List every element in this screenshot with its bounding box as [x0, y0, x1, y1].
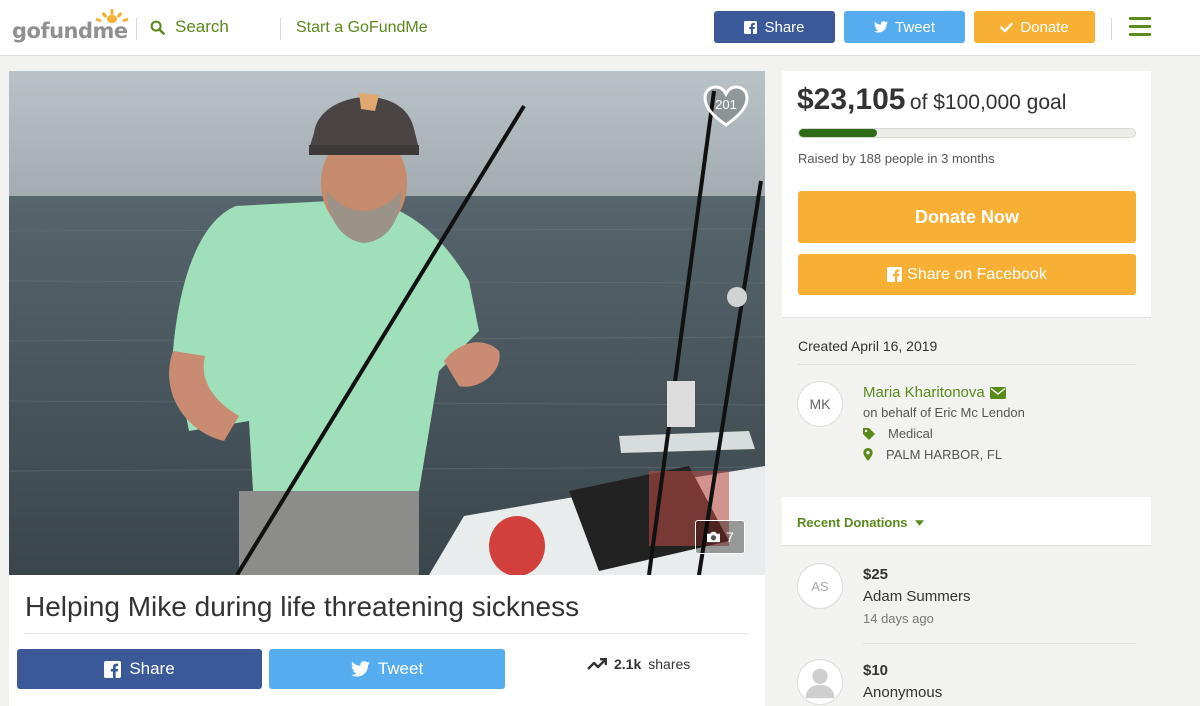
header-share-button[interactable]: Share — [714, 11, 835, 43]
donation-amount: $10 — [863, 662, 889, 679]
campaign-card: 201 7 Helping Mike during life threateni… — [9, 71, 765, 706]
facebook-icon — [744, 20, 758, 34]
trending-up-icon — [587, 658, 607, 670]
donation-time: 14 days ago — [863, 611, 934, 626]
progress-fill — [799, 129, 877, 137]
search-label: Search — [175, 17, 229, 36]
anonymous-avatar — [797, 659, 843, 705]
goal-card: $23,105 of $100,000 goal Raised by 188 p… — [782, 71, 1151, 318]
logo-sun-icon — [95, 9, 129, 23]
caret-down-icon — [914, 519, 924, 526]
person-silhouette-icon — [805, 668, 835, 699]
campaign-location: PALM HARBOR, FL — [863, 447, 1002, 462]
campaign-tweet-label: Tweet — [377, 659, 424, 678]
twitter-icon — [873, 21, 888, 33]
header-donate-label: Donate — [1020, 18, 1069, 36]
goal-amount: of $100,000 goal — [909, 91, 1067, 114]
tag-icon — [863, 427, 875, 440]
recent-donations-label: Recent Donations — [797, 515, 908, 530]
facebook-icon — [887, 267, 903, 282]
donor-avatar: AS — [797, 563, 843, 609]
facebook-icon — [104, 660, 122, 678]
donation-amount: $25 — [863, 566, 889, 583]
recent-donations-toggle[interactable]: Recent Donations — [797, 515, 924, 530]
divider — [863, 643, 1136, 644]
raised-amount: $23,105 — [797, 83, 906, 116]
raised-by-text: Raised by 188 people in 3 months — [798, 151, 995, 166]
campaign-photo[interactable]: 201 7 — [9, 71, 765, 575]
shares-label: shares — [648, 656, 691, 672]
hamburger-menu-icon[interactable] — [1129, 17, 1151, 37]
camera-icon — [707, 531, 721, 543]
search-link[interactable]: Search — [150, 17, 229, 37]
gofundme-logo[interactable]: gofundme — [12, 8, 129, 44]
header-tweet-button[interactable]: Tweet — [844, 11, 965, 43]
raised-summary: $23,105 of $100,000 goal — [797, 83, 1066, 117]
share-on-facebook-label: Share on Facebook — [907, 265, 1047, 283]
shares-number: 2.1k — [614, 656, 642, 672]
organizer-link[interactable]: Maria Kharitonova — [863, 384, 1006, 401]
recent-donations-header: Recent Donations — [782, 497, 1151, 546]
campaign-photo-image — [9, 71, 765, 575]
donor-name: Anonymous — [863, 684, 943, 701]
campaign-share-label: Share — [129, 659, 175, 678]
envelope-icon[interactable] — [989, 386, 1006, 399]
header-divider — [280, 18, 281, 40]
campaign-tweet-button[interactable]: Tweet — [269, 649, 505, 689]
search-icon — [150, 20, 165, 35]
divider — [25, 633, 749, 634]
shares-count: 2.1k shares — [587, 656, 690, 672]
location-label: PALM HARBOR, FL — [886, 447, 1003, 462]
map-pin-icon — [863, 448, 873, 461]
site-header: gofundme Search Start a GoFundMe Share T… — [0, 0, 1200, 56]
header-donate-button[interactable]: Donate — [974, 11, 1095, 43]
category-label[interactable]: Medical — [888, 426, 933, 441]
campaign-title: Helping Mike during life threatening sic… — [25, 591, 580, 622]
checkmark-icon — [1000, 22, 1014, 32]
start-gofundme-link[interactable]: Start a GoFundMe — [296, 19, 428, 37]
share-on-facebook-button[interactable]: Share on Facebook — [798, 254, 1136, 295]
organizer-name: Maria Kharitonova — [863, 384, 985, 401]
organizer-avatar: MK — [797, 381, 843, 427]
header-divider — [136, 18, 137, 40]
divider — [798, 364, 1136, 365]
progress-bar — [798, 128, 1136, 138]
campaign-category: Medical — [863, 426, 933, 441]
header-divider — [1111, 18, 1112, 40]
header-share-label: Share — [764, 18, 805, 36]
heart-count: 201 — [715, 97, 737, 112]
photo-gallery-button[interactable]: 7 — [695, 520, 745, 554]
heart-button[interactable]: 201 — [702, 85, 750, 129]
beneficiary-text: on behalf of Eric Mc Lendon — [863, 405, 1025, 420]
donor-name: Adam Summers — [863, 588, 971, 605]
donate-now-button[interactable]: Donate Now — [798, 191, 1136, 243]
created-date: Created April 16, 2019 — [798, 338, 938, 354]
header-tweet-label: Tweet — [894, 18, 936, 36]
twitter-icon — [350, 661, 370, 677]
photo-count: 7 — [726, 529, 734, 545]
campaign-share-button[interactable]: Share — [17, 649, 262, 689]
